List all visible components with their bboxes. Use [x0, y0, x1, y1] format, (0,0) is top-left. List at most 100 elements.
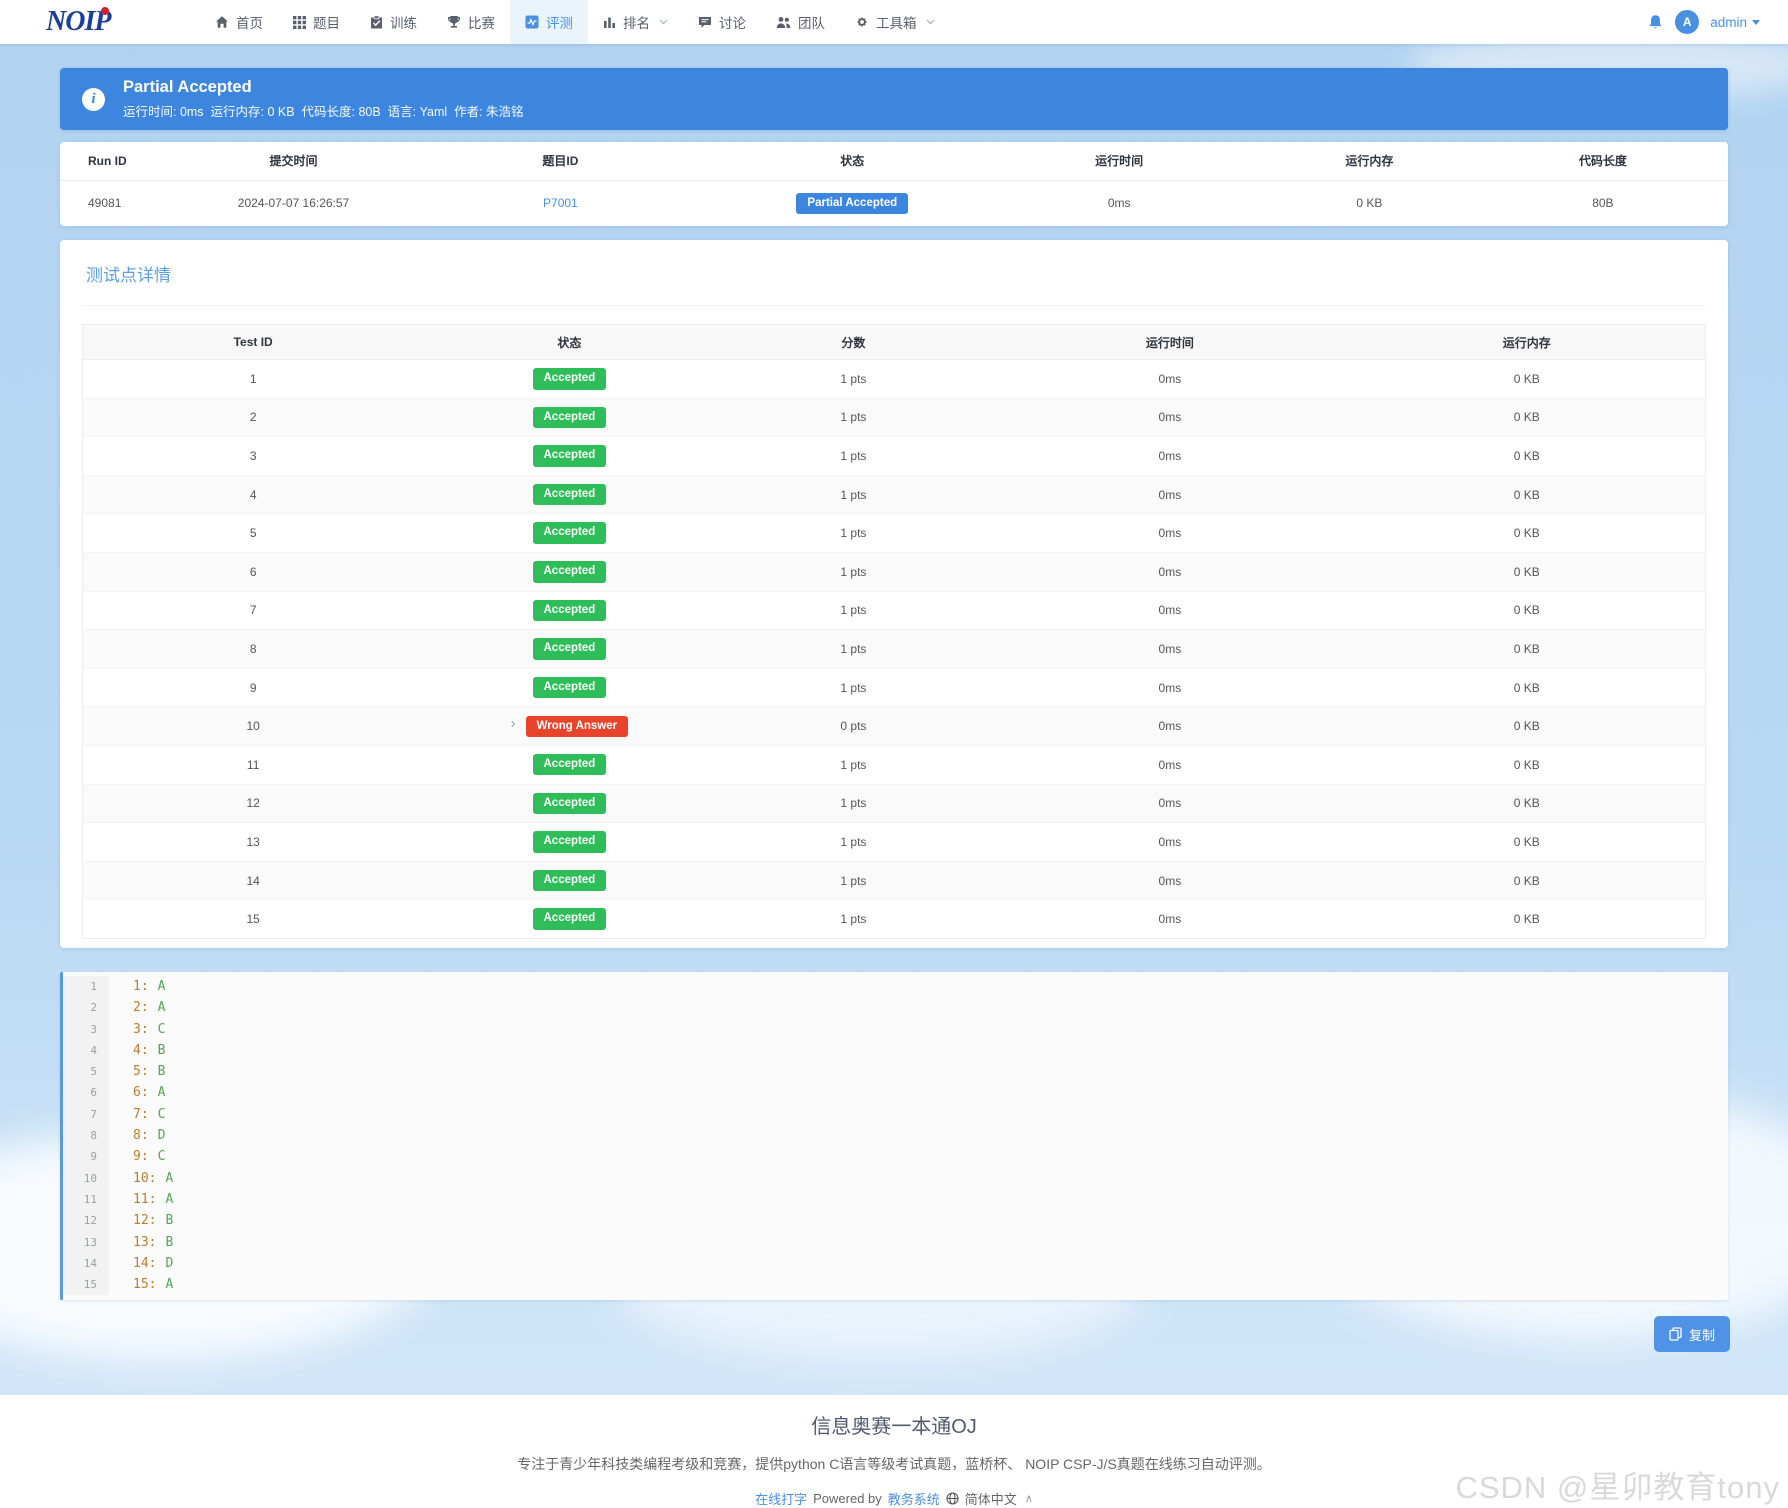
top-navbar: NOIP 首页 题目 训练 比赛 评测 排名 讨论 团队 工具箱 A admin [0, 0, 1788, 44]
nav-item-label: 比赛 [468, 16, 495, 31]
table-row: 15 Accepted 1 pts 0ms 0 KB [83, 900, 1706, 939]
nav-item-label: 评测 [546, 16, 573, 31]
status-badge: Accepted [532, 792, 607, 815]
code-text: 13: B [109, 1232, 173, 1253]
line-number: 2 [63, 997, 109, 1019]
copy-label: 复制 [1688, 1327, 1715, 1343]
nav-item-contest[interactable]: 比赛 [432, 0, 510, 44]
code-text: 11: A [109, 1189, 173, 1210]
code-value: B [157, 1064, 166, 1080]
nav-item-toolbox[interactable]: 工具箱 [840, 0, 950, 44]
test-time: 0ms [991, 552, 1349, 592]
code-text: 7: C [109, 1104, 165, 1125]
nav-item-ranking[interactable]: 排名 [588, 0, 683, 44]
table-row: 7 Accepted 1 pts 0ms 0 KB [82, 591, 1706, 631]
nav-item-judge[interactable]: 评测 [510, 0, 588, 44]
line-number: 10 [63, 1167, 109, 1189]
nav-item-team[interactable]: 团队 [761, 0, 840, 44]
col-problem-id: 题目ID [393, 142, 728, 181]
code-text: 5: B [109, 1061, 165, 1082]
code-text: 4: B [109, 1040, 165, 1061]
status-badge: Accepted [532, 676, 607, 699]
footer-site-title: 信息奥赛一本通OJ [811, 1416, 977, 1438]
test-score: 1 pts [715, 552, 992, 592]
test-id: 5 [82, 513, 424, 553]
code-value: B [157, 1042, 166, 1058]
user-menu[interactable]: admin [1710, 15, 1760, 30]
test-time: 0ms [991, 861, 1349, 901]
test-time: 0ms [991, 745, 1349, 785]
nav-item-home[interactable]: 首页 [200, 0, 278, 44]
logo-red-dot [101, 7, 109, 15]
code-line: 5 5: B [63, 1061, 1728, 1083]
col-run-memory: 运行内存 [1260, 142, 1478, 181]
avatar[interactable]: A [1675, 10, 1700, 34]
code-line: 6 6: A [63, 1082, 1728, 1104]
code-key: 9: [133, 1149, 149, 1165]
code-line: 12 12: B [63, 1210, 1728, 1232]
code-text: 9: C [109, 1146, 165, 1167]
line-number: 6 [63, 1082, 109, 1104]
status-badge: Accepted [532, 753, 607, 776]
test-score: 1 pts [715, 745, 992, 785]
test-time: 0ms [991, 822, 1349, 862]
nav-item-problems[interactable]: 题目 [278, 0, 355, 44]
line-number: 12 [63, 1210, 109, 1232]
code-key: 8: [133, 1128, 149, 1144]
line-number: 14 [63, 1252, 109, 1275]
typing-link[interactable]: 在线打字 [755, 1489, 807, 1508]
table-row: 9 Accepted 1 pts 0ms 0 KB [82, 668, 1706, 708]
noip-logo[interactable]: NOIP [46, 6, 138, 38]
test-score: 1 pts [715, 436, 992, 476]
test-score: 1 pts [715, 359, 992, 399]
test-time: 0ms [991, 668, 1349, 708]
nav-item-training[interactable]: 训练 [355, 0, 432, 44]
col-test-time: 运行时间 [991, 324, 1349, 360]
test-memory: 0 KB [1348, 475, 1706, 515]
copy-button[interactable]: 复制 [1654, 1316, 1730, 1352]
run-memory-value: 0 KB [1356, 196, 1383, 211]
test-status-cell: Accepted [423, 513, 716, 553]
caret-down-icon [1752, 19, 1760, 25]
col-test-id: Test ID [82, 324, 424, 360]
test-time: 0ms [991, 398, 1349, 438]
problem-link[interactable]: P7001 [543, 196, 578, 210]
language-selector[interactable]: 简体中文 [965, 1489, 1017, 1508]
code-value: C [157, 1149, 166, 1165]
status-badge: Partial Accepted [796, 192, 909, 214]
status-badge: Accepted [532, 522, 607, 544]
nav-item-label: 排名 [623, 16, 650, 31]
code-text: 8: D [109, 1125, 165, 1146]
chevron-right-icon[interactable]: › [511, 715, 516, 732]
code-key: 3: [133, 1021, 149, 1037]
test-score: 0 pts [715, 706, 992, 746]
home-icon [215, 15, 229, 29]
bar-chart-icon [603, 16, 616, 29]
run-table-header-row: Run ID 提交时间 题目ID 状态 运行时间 运行内存 代码长度 [60, 142, 1728, 181]
test-time: 0ms [991, 591, 1349, 631]
system-link[interactable]: 教务系统 [888, 1489, 940, 1508]
clipboard-check-icon [370, 15, 383, 29]
col-run-time: 运行时间 [977, 142, 1261, 181]
user-name: admin [1710, 14, 1747, 30]
code-key: 5: [133, 1064, 149, 1080]
code-value: C [157, 1021, 166, 1037]
table-row: 14 Accepted 1 pts 0ms 0 KB [82, 861, 1706, 901]
info-icon: i [82, 87, 105, 111]
test-id: 1 [82, 359, 424, 399]
nav-item-discuss[interactable]: 讨论 [683, 0, 761, 44]
status-badge: Accepted [532, 831, 607, 853]
test-memory: 0 KB [1348, 591, 1706, 631]
code-text: 10: A [109, 1168, 173, 1189]
test-memory: 0 KB [1348, 861, 1706, 901]
code-length-value: 80B [1592, 196, 1614, 211]
code-value: A [165, 1170, 174, 1186]
test-status-cell: Accepted [423, 591, 716, 631]
test-score: 1 pts [715, 668, 992, 708]
test-status-cell: Accepted [423, 822, 716, 862]
trophy-icon [447, 15, 461, 29]
bell-icon[interactable] [1647, 14, 1664, 31]
code-key: 11: [133, 1191, 157, 1207]
caret-up-icon: ∧ [1024, 1493, 1033, 1505]
line-number: 13 [63, 1231, 109, 1253]
